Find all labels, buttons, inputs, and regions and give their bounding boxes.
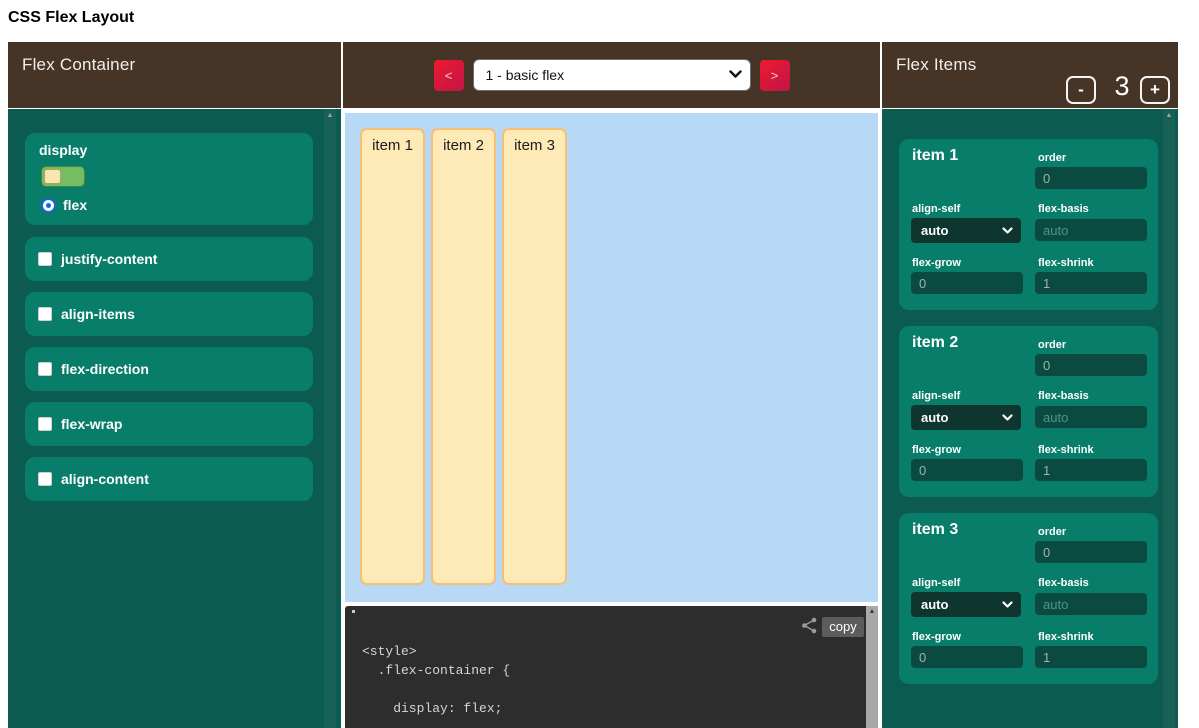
item-3-align-self-wrap: auto xyxy=(911,592,1021,617)
display-toggle[interactable] xyxy=(41,166,85,187)
item-3-order-input[interactable] xyxy=(1035,541,1147,563)
next-example-button[interactable]: > xyxy=(760,60,790,91)
right-panel-scrollbar[interactable]: ▲ xyxy=(1163,109,1175,728)
align-content-checkbox[interactable] xyxy=(38,472,52,486)
page-title: CSS Flex Layout xyxy=(8,9,134,27)
decrease-items-button[interactable]: - xyxy=(1066,76,1096,104)
justify-content-label: justify-content xyxy=(61,251,157,267)
flex-shrink-label: flex-shrink xyxy=(1038,257,1094,269)
align-self-label: align-self xyxy=(912,577,960,589)
order-label: order xyxy=(1038,526,1066,538)
app-root: CSS Flex Layout Flex Container display f… xyxy=(0,0,1199,728)
item-1-order-input[interactable] xyxy=(1035,167,1147,189)
prop-card-flex-direction: flex-direction xyxy=(25,347,313,391)
flex-basis-label: flex-basis xyxy=(1038,577,1089,589)
item-1-flex-grow-input[interactable] xyxy=(911,272,1023,294)
item-2-flex-grow-input[interactable] xyxy=(911,459,1023,481)
copy-button[interactable]: copy xyxy=(822,617,864,637)
scroll-up-icon[interactable]: ▲ xyxy=(1163,112,1175,120)
flex-shrink-label: flex-shrink xyxy=(1038,444,1094,456)
item-3-card: item 3 order align-self auto flex-basis … xyxy=(899,513,1158,684)
align-items-label: align-items xyxy=(61,306,135,322)
item-2-title: item 2 xyxy=(912,334,958,352)
flex-direction-checkbox[interactable] xyxy=(38,362,52,376)
item-2-order-input[interactable] xyxy=(1035,354,1147,376)
item-3-title: item 3 xyxy=(912,521,958,539)
flex-grow-label: flex-grow xyxy=(912,257,961,269)
flex-radio-label: flex xyxy=(63,197,87,213)
flex-container-body: display flex justify-content align-items… xyxy=(8,109,341,728)
item-2-align-self-wrap: auto xyxy=(911,405,1021,430)
order-label: order xyxy=(1038,339,1066,351)
item-1-flex-basis-input[interactable] xyxy=(1035,219,1147,241)
prop-card-align-items: align-items xyxy=(25,292,313,336)
prop-card-justify-content: justify-content xyxy=(25,237,313,281)
order-label: order xyxy=(1038,152,1066,164)
code-text: <style> .flex-container { display: flex; xyxy=(362,642,510,718)
prop-card-flex-wrap: flex-wrap xyxy=(25,402,313,446)
align-items-checkbox[interactable] xyxy=(38,307,52,321)
flex-grow-label: flex-grow xyxy=(912,444,961,456)
code-scrollbar[interactable]: ▲ xyxy=(866,606,878,728)
share-icon[interactable] xyxy=(801,617,818,634)
example-select-wrap: 1 - basic flex xyxy=(473,59,751,91)
flex-items-body: item 1 order align-self auto flex-basis … xyxy=(882,109,1178,728)
item-3-flex-shrink-input[interactable] xyxy=(1035,646,1147,668)
item-3-flex-basis-input[interactable] xyxy=(1035,593,1147,615)
flex-preview-container: item 1 item 2 item 3 xyxy=(345,113,878,602)
left-panel-scrollbar[interactable]: ▲ xyxy=(324,109,336,728)
item-1-card: item 1 order align-self auto flex-basis … xyxy=(899,139,1158,310)
prev-example-button[interactable]: < xyxy=(434,60,464,91)
display-card: display flex xyxy=(25,133,313,225)
preview-item-1: item 1 xyxy=(360,128,425,585)
align-content-label: align-content xyxy=(61,471,149,487)
flex-radio[interactable] xyxy=(41,198,56,213)
item-1-align-self-wrap: auto xyxy=(911,218,1021,243)
display-flex-radio-row[interactable]: flex xyxy=(41,197,87,213)
code-panel: copy <style> .flex-container { display: … xyxy=(345,606,878,728)
flex-direction-label: flex-direction xyxy=(61,361,149,377)
item-1-title: item 1 xyxy=(912,147,958,165)
flex-wrap-checkbox[interactable] xyxy=(38,417,52,431)
flex-basis-label: flex-basis xyxy=(1038,390,1089,402)
increase-items-button[interactable]: + xyxy=(1140,76,1170,104)
scroll-up-icon[interactable]: ▲ xyxy=(866,608,878,616)
flex-container-title: Flex Container xyxy=(22,55,135,75)
justify-content-checkbox[interactable] xyxy=(38,252,52,266)
item-1-flex-shrink-input[interactable] xyxy=(1035,272,1147,294)
flex-wrap-label: flex-wrap xyxy=(61,416,122,432)
item-2-flex-shrink-input[interactable] xyxy=(1035,459,1147,481)
flex-basis-label: flex-basis xyxy=(1038,203,1089,215)
preview-item-3: item 3 xyxy=(502,128,567,585)
example-select[interactable]: 1 - basic flex xyxy=(473,59,751,91)
item-1-align-self-select[interactable]: auto xyxy=(911,218,1021,243)
item-2-align-self-select[interactable]: auto xyxy=(911,405,1021,430)
align-self-label: align-self xyxy=(912,203,960,215)
item-3-flex-grow-input[interactable] xyxy=(911,646,1023,668)
flex-shrink-label: flex-shrink xyxy=(1038,631,1094,643)
preview-item-2: item 2 xyxy=(431,128,496,585)
display-label: display xyxy=(39,142,87,158)
example-nav-header: < 1 - basic flex > xyxy=(343,42,880,108)
prop-card-align-content: align-content xyxy=(25,457,313,501)
flex-items-title: Flex Items xyxy=(896,55,976,75)
item-2-flex-basis-input[interactable] xyxy=(1035,406,1147,428)
item-count: 3 xyxy=(1104,71,1140,102)
display-toggle-knob xyxy=(44,169,61,184)
item-3-align-self-select[interactable]: auto xyxy=(911,592,1021,617)
flex-container-header: Flex Container xyxy=(8,42,341,108)
scroll-up-icon[interactable]: ▲ xyxy=(324,112,336,120)
code-panel-dot xyxy=(352,610,355,613)
flex-grow-label: flex-grow xyxy=(912,631,961,643)
item-2-card: item 2 order align-self auto flex-basis … xyxy=(899,326,1158,497)
align-self-label: align-self xyxy=(912,390,960,402)
